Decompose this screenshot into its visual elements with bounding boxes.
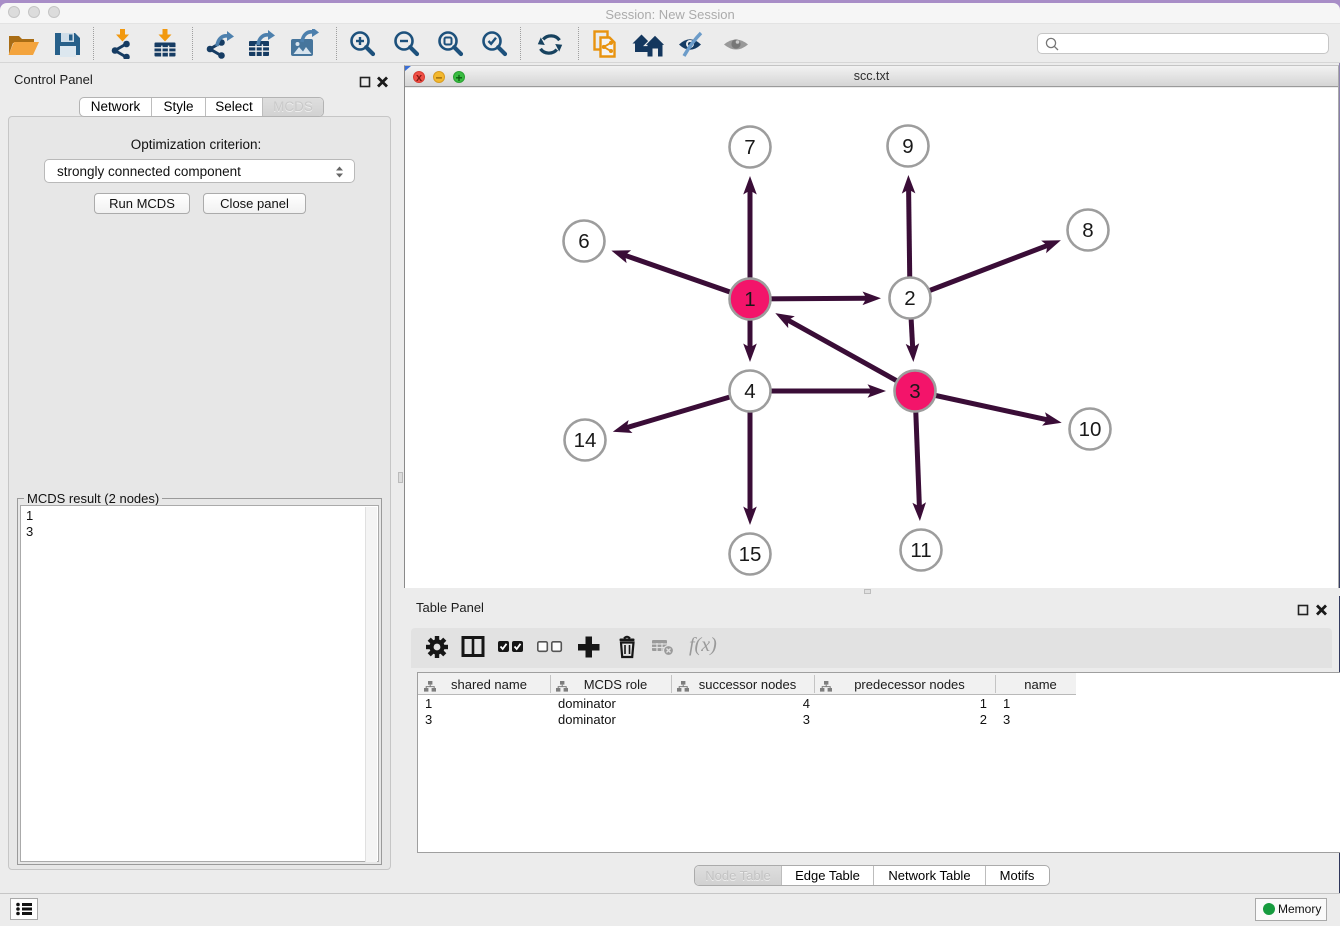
svg-text:8: 8 — [1082, 219, 1093, 242]
svg-text:6: 6 — [578, 230, 589, 253]
svg-text:15: 15 — [739, 543, 762, 566]
svg-text:1: 1 — [744, 288, 755, 311]
svg-text:2: 2 — [904, 287, 915, 310]
svg-text:10: 10 — [1079, 418, 1102, 441]
svg-text:4: 4 — [744, 380, 755, 403]
svg-text:7: 7 — [744, 136, 755, 159]
svg-text:9: 9 — [902, 135, 913, 158]
svg-text:11: 11 — [910, 539, 931, 562]
svg-text:14: 14 — [574, 429, 597, 452]
svg-text:3: 3 — [909, 380, 920, 403]
